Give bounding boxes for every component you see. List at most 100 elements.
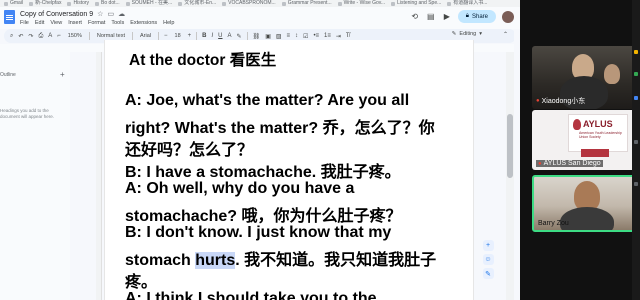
participant-name-text: AYLUS San Diego xyxy=(543,160,601,167)
doc-line: A: Oh well, why do you have a xyxy=(125,180,355,197)
menu-edit[interactable]: Edit xyxy=(35,20,44,26)
history-icon[interactable]: ⟲ xyxy=(410,12,420,22)
pencil-icon: ✎ xyxy=(451,31,457,37)
align-icon[interactable]: ≡ xyxy=(287,33,291,39)
share-button[interactable]: 🔒︎ Share xyxy=(457,10,496,23)
bookmark-item[interactable]: 有道翻译入书... xyxy=(447,0,487,7)
font-size-input[interactable]: 18 xyxy=(173,33,183,39)
app-icon[interactable] xyxy=(634,140,638,144)
menu-insert[interactable]: Insert xyxy=(68,20,82,26)
lock-icon: 🔒︎ xyxy=(465,13,469,19)
presentation-slide: AYLUS American Youth Leadership Union So… xyxy=(568,114,628,157)
menu-bar: File Edit View Insert Format Tools Exten… xyxy=(20,20,174,26)
font-select[interactable]: Arial xyxy=(138,33,153,39)
bookmark-item[interactable]: SOUMEH - 在美... xyxy=(125,0,172,7)
chevron-down-icon: ▾ xyxy=(479,31,482,37)
document-page[interactable]: At the doctor 看医生 A: Joe, what's the mat… xyxy=(104,40,474,300)
comment-icon[interactable]: ▤ xyxy=(426,12,436,22)
doc-heading: At the doctor 看医生 xyxy=(129,52,277,69)
clear-formatting-icon[interactable]: T̸ xyxy=(346,33,350,39)
suggest-edit-icon[interactable]: ✎ xyxy=(482,268,494,279)
docs-header: Copy of Conversation 9 ☆ ▭ ☁ File Edit V… xyxy=(0,7,520,29)
active-speaker-tile[interactable]: Barry Zou xyxy=(532,175,638,232)
add-comment-icon[interactable]: + xyxy=(482,240,494,251)
slide-title: AYLUS xyxy=(583,119,613,129)
increase-size-icon[interactable]: + xyxy=(188,33,192,39)
doc-line: B: I have a stomachache. 我肚子疼。 xyxy=(125,164,401,181)
app-icon[interactable] xyxy=(634,96,638,100)
bookmark-item[interactable]: 新-Chelpfax xyxy=(29,0,61,7)
doc-text-run: stomach xyxy=(125,252,196,269)
redo-icon[interactable]: ↷ xyxy=(28,33,33,40)
collapse-menus-icon[interactable]: ⌃ xyxy=(503,31,508,38)
avatar[interactable] xyxy=(502,10,514,23)
spellcheck-icon[interactable]: A xyxy=(48,33,52,39)
search-menus-icon[interactable]: ⌕ xyxy=(10,33,13,40)
menu-tools[interactable]: Tools xyxy=(111,20,124,26)
print-icon[interactable]: ⎙ xyxy=(38,33,43,40)
bookmark-item[interactable]: 文化城市-En... xyxy=(178,0,216,7)
decrease-size-icon[interactable]: − xyxy=(164,33,168,39)
doc-line: B: I don't know. I just know that my xyxy=(125,224,392,241)
slide-subtitle: American Youth Leadership Union Society xyxy=(579,131,622,139)
app-icon[interactable] xyxy=(634,182,638,186)
mac-side-strip xyxy=(632,0,640,300)
line-spacing-icon[interactable]: ↕ xyxy=(295,33,298,39)
document-scrollbar[interactable] xyxy=(506,52,514,300)
undo-icon[interactable]: ↶ xyxy=(18,33,23,40)
divider xyxy=(88,32,90,40)
add-comment-icon[interactable]: ▣ xyxy=(265,33,271,40)
meet-icon[interactable]: ▶ xyxy=(442,12,452,22)
doc-line: right? What's the matter? 乔，怎么了？你 xyxy=(125,120,435,137)
cloud-status-icon[interactable]: ☁ xyxy=(118,10,125,18)
menu-help[interactable]: Help xyxy=(163,20,174,26)
selected-word[interactable]: hurts xyxy=(195,252,236,269)
move-to-folder-icon[interactable]: ▭ xyxy=(107,10,114,18)
torch-icon xyxy=(573,119,581,130)
editing-mode-label: Editing xyxy=(459,31,477,37)
screen: Gmail 新-Chelpfax History Bo dot... SOUME… xyxy=(0,0,640,300)
divider xyxy=(196,32,198,40)
paint-format-icon[interactable]: ⌐ xyxy=(57,33,61,39)
zoom-select[interactable]: 150% xyxy=(66,33,84,39)
star-icon[interactable]: ☆ xyxy=(97,10,103,18)
link-icon[interactable]: ⛓ xyxy=(253,33,261,40)
italic-button[interactable]: I xyxy=(212,33,214,39)
share-label: Share xyxy=(471,13,488,20)
bold-button[interactable]: B xyxy=(202,33,206,39)
app-icon[interactable] xyxy=(634,50,638,54)
editing-mode-select[interactable]: ✎ Editing ▾ xyxy=(452,31,482,37)
participant-tile[interactable]: AYLUS American Youth Leadership Union So… xyxy=(532,110,638,170)
divider xyxy=(131,32,133,40)
text-color-icon[interactable]: A xyxy=(228,33,232,39)
docs-logo-icon[interactable] xyxy=(4,10,15,24)
menu-file[interactable]: File xyxy=(20,20,29,26)
indent-icon[interactable]: ⇥ xyxy=(336,33,341,40)
bookmark-item[interactable]: Bo dot... xyxy=(95,0,120,7)
menu-format[interactable]: Format xyxy=(88,20,105,26)
checklist-icon[interactable]: ☑ xyxy=(303,33,308,40)
outline-hint: Headings you add to the document will ap… xyxy=(0,108,55,119)
highlight-icon[interactable]: ✎ xyxy=(237,33,242,40)
underline-button[interactable]: U xyxy=(218,33,222,39)
participant-tile[interactable]: ● Xiaodong小东 xyxy=(532,46,638,109)
header-actions: ⟲ ▤ ▶ 🔒︎ Share xyxy=(410,10,514,23)
emoji-reaction-icon[interactable]: ☺ xyxy=(482,254,494,265)
scroll-thumb[interactable] xyxy=(507,114,513,178)
numbered-list-icon[interactable]: 1≡ xyxy=(324,33,331,39)
app-icon[interactable] xyxy=(634,72,638,76)
bookmark-item[interactable]: History xyxy=(67,0,89,7)
style-select[interactable]: Normal text xyxy=(95,33,127,39)
bookmark-item[interactable]: Listening and Spe... xyxy=(391,0,441,7)
bookmark-item[interactable]: Write - Wise Gov... xyxy=(337,0,385,7)
bookmark-item[interactable]: VOCABSPRONOM... xyxy=(222,0,276,7)
add-heading-icon[interactable]: + xyxy=(60,70,65,79)
doc-title[interactable]: Copy of Conversation 9 xyxy=(20,11,93,18)
bulleted-list-icon[interactable]: •≡ xyxy=(313,33,319,39)
bookmark-item[interactable]: Gmail xyxy=(4,0,23,7)
image-icon[interactable]: ▨ xyxy=(276,33,282,40)
bookmark-item[interactable]: Grammar Present... xyxy=(281,0,332,7)
participant-name: Barry Zou xyxy=(538,220,569,227)
menu-view[interactable]: View xyxy=(50,20,62,26)
menu-extensions[interactable]: Extensions xyxy=(130,20,157,26)
